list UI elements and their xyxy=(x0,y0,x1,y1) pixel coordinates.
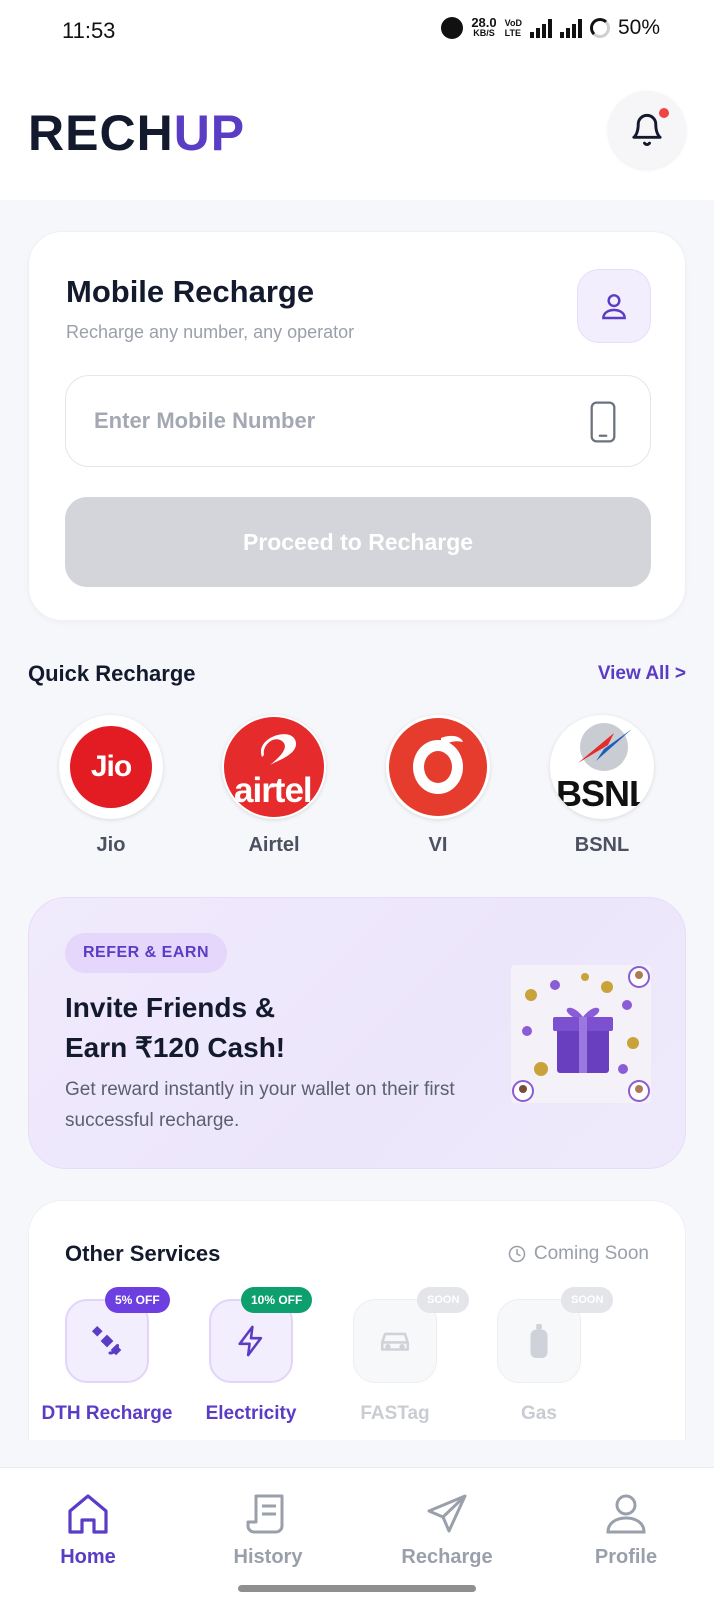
nav-label: Home xyxy=(60,1546,116,1568)
mobile-number-field[interactable] xyxy=(65,375,651,467)
user-icon xyxy=(606,1494,646,1534)
car-icon xyxy=(380,1332,410,1351)
operator-airtel[interactable]: airtel Airtel xyxy=(219,712,329,862)
logo-text-part1: RECH xyxy=(28,105,174,161)
signal-icon xyxy=(559,18,582,38)
mobile-recharge-title: Mobile Recharge xyxy=(66,274,315,309)
bsnl-logo-text: BSNL xyxy=(556,773,651,814)
service-gas: SOON Gas xyxy=(469,1287,614,1439)
proceed-to-recharge-button[interactable]: Proceed to Recharge xyxy=(65,497,651,587)
volte-icon: VoD LTE xyxy=(505,18,522,38)
notification-dot xyxy=(659,108,669,118)
nav-label: History xyxy=(233,1546,303,1568)
other-services-card: Other Services Coming Soon 5% OFF DTH Re… xyxy=(28,1200,686,1440)
promo-title-line2: Earn ₹120 Cash! xyxy=(65,1032,286,1063)
satellite-icon xyxy=(91,1325,122,1356)
logo-text-part2: UP xyxy=(173,105,246,161)
bottom-navigation: Home History Recharge Profile xyxy=(0,1467,714,1599)
operator-bsnl[interactable]: BSNL BSNL xyxy=(547,712,657,862)
operator-label: Airtel xyxy=(248,834,300,856)
promo-title-line1: Invite Friends & xyxy=(65,992,276,1023)
signal-4g-icon xyxy=(529,18,552,38)
network-speed: 28.0 KB/S xyxy=(471,16,496,39)
clock-icon xyxy=(508,1245,526,1263)
bsnl-logo: BSNL xyxy=(550,715,654,819)
operator-label: VI xyxy=(428,834,448,856)
notification-button[interactable] xyxy=(608,91,686,169)
mobile-recharge-card: Mobile Recharge Recharge any number, any… xyxy=(28,231,686,621)
airtel-logo-text: airtel xyxy=(234,771,313,810)
nav-label: Recharge xyxy=(401,1546,493,1568)
view-all-link[interactable]: View All > xyxy=(598,663,686,685)
app-logo: RECHUP xyxy=(28,104,245,162)
service-dth-recharge[interactable]: 5% OFF DTH Recharge xyxy=(37,1287,177,1439)
service-electricity[interactable]: 10% OFF Electricity xyxy=(181,1287,321,1439)
refer-earn-badge: REFER & EARN xyxy=(65,933,228,973)
operator-label: Jio xyxy=(96,834,126,856)
phone-icon xyxy=(590,401,616,443)
status-icons: 28.0 KB/S VoD LTE 50% xyxy=(441,16,660,40)
soon-badge: SOON xyxy=(561,1287,614,1313)
discount-badge: 10% OFF xyxy=(241,1287,313,1313)
battery-percent: 50% xyxy=(617,16,660,39)
vodafone-logo xyxy=(386,715,490,819)
lightning-icon xyxy=(238,1325,263,1357)
battery-icon xyxy=(589,18,610,38)
contact-icon xyxy=(602,294,626,320)
service-label: Gas xyxy=(521,1403,557,1424)
coming-soon-label: Coming Soon xyxy=(508,1243,649,1265)
nav-profile[interactable]: Profile xyxy=(566,1490,686,1576)
nav-home[interactable]: Home xyxy=(28,1490,148,1576)
bell-icon xyxy=(632,113,662,146)
nav-history[interactable]: History xyxy=(208,1490,328,1576)
quick-recharge-title: Quick Recharge xyxy=(28,661,196,686)
promo-description: Get reward instantly in your wallet on t… xyxy=(65,1079,455,1131)
app-header: RECHUP xyxy=(0,66,714,200)
volte-bottom: LTE xyxy=(504,28,521,38)
status-bar: 11:53 28.0 KB/S VoD LTE 50% xyxy=(0,0,714,66)
alarm-icon xyxy=(441,17,464,39)
network-speed-unit: KB/S xyxy=(473,28,495,38)
operator-vi[interactable]: VI xyxy=(383,712,493,862)
receipt-icon xyxy=(246,1494,284,1534)
gas-cylinder-icon xyxy=(530,1324,548,1358)
airtel-logo: airtel xyxy=(222,715,326,819)
coming-soon-text: Coming Soon xyxy=(533,1243,649,1264)
operator-jio[interactable]: Jio Jio xyxy=(56,712,166,862)
contact-picker-button[interactable] xyxy=(577,269,651,343)
soon-badge: SOON xyxy=(417,1287,470,1313)
mobile-recharge-subtitle: Recharge any number, any operator xyxy=(66,322,355,342)
status-time: 11:53 xyxy=(62,18,116,43)
service-label: Electricity xyxy=(205,1403,297,1424)
gift-box-illustration xyxy=(511,965,651,1103)
send-icon xyxy=(427,1494,467,1533)
jio-logo-text: Jio xyxy=(70,726,152,808)
volte-top: VoD xyxy=(504,18,522,28)
discount-badge: 5% OFF xyxy=(105,1287,170,1313)
home-indicator[interactable] xyxy=(238,1585,476,1592)
promo-title: Invite Friends & Earn ₹120 Cash! xyxy=(65,988,285,1068)
mobile-number-input[interactable] xyxy=(94,408,554,434)
service-label: DTH Recharge xyxy=(41,1403,173,1424)
service-label: FASTag xyxy=(360,1403,430,1424)
refer-earn-banner[interactable]: REFER & EARN Invite Friends & Earn ₹120 … xyxy=(28,897,686,1169)
jio-logo: Jio xyxy=(59,715,163,819)
nav-label: Profile xyxy=(594,1546,658,1568)
other-services-title: Other Services xyxy=(65,1241,221,1266)
home-icon xyxy=(68,1494,108,1534)
operator-label: BSNL xyxy=(574,834,630,856)
nav-recharge[interactable]: Recharge xyxy=(387,1490,507,1576)
service-fastag: SOON FASTag xyxy=(325,1287,470,1439)
